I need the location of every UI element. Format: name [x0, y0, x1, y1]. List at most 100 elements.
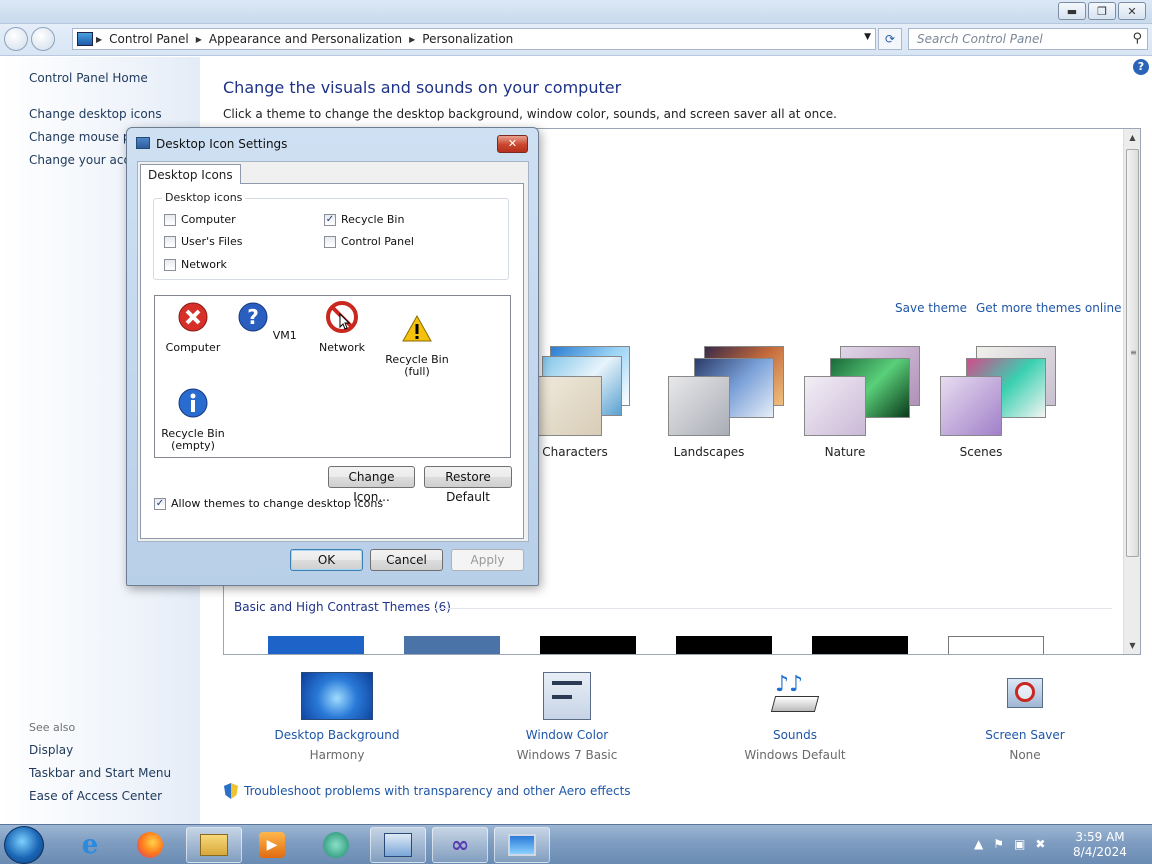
dialog-close-button[interactable]: ✕	[497, 135, 528, 153]
breadcrumb-control-panel[interactable]: Control Panel	[105, 32, 193, 46]
search-icon[interactable]: ⚲	[1132, 31, 1142, 46]
theme-thumbnail	[664, 344, 784, 436]
checkbox-icon[interactable]	[324, 235, 336, 248]
basic-theme-thumbnail[interactable]	[540, 636, 636, 654]
display-link[interactable]: Display	[29, 743, 73, 757]
tab-page: Desktop icons Computer ✓ Recycle Bin User…	[140, 183, 524, 539]
desktop-background-link[interactable]: Desktop Background	[247, 728, 427, 742]
network-icon[interactable]: ▣	[1014, 837, 1025, 851]
page-subtitle: Click a theme to change the desktop back…	[223, 107, 837, 121]
forward-button[interactable]	[31, 27, 55, 51]
show-hidden-icons-icon[interactable]: ▲	[974, 837, 983, 851]
theme-scrollbar[interactable]: ▲ ≡ ▼	[1123, 129, 1140, 654]
icon-item-recycle-bin-full[interactable]: Recycle Bin (full)	[382, 301, 452, 378]
forbidden-icon	[326, 301, 358, 333]
explorer-icon[interactable]	[186, 827, 242, 863]
desktop-background-icon[interactable]	[301, 672, 373, 720]
control-panel-checkbox[interactable]: Control Panel	[324, 235, 414, 248]
desktop-icon-list[interactable]: Computer ? VM1 Network Recycle Bin (full…	[154, 295, 511, 458]
system-clock[interactable]: 3:59 AM 8/4/2024	[1068, 830, 1132, 860]
internet-explorer-icon[interactable]: e	[62, 827, 118, 863]
scroll-up-icon[interactable]: ▲	[1124, 129, 1140, 146]
computer-checkbox[interactable]: Computer	[164, 213, 236, 226]
change-account-picture-link[interactable]: Change your acco	[29, 153, 137, 167]
checkmark-icon[interactable]: ✓	[154, 497, 166, 510]
basic-themes-header: Basic and High Contrast Themes (6)	[234, 600, 451, 614]
theme-landscapes[interactable]: Landscapes	[644, 344, 784, 459]
recycle-bin-checkbox[interactable]: ✓ Recycle Bin	[324, 213, 404, 226]
screen-saver-link[interactable]: Screen Saver	[935, 728, 1115, 742]
network-checkbox[interactable]: Network	[164, 258, 227, 271]
tab-desktop-icons[interactable]: Desktop Icons	[140, 164, 241, 184]
action-center-flag-icon[interactable]: ⚑	[993, 837, 1004, 851]
error-icon	[178, 302, 208, 332]
screen-saver-icon[interactable]	[1001, 672, 1049, 720]
basic-theme-thumbnail[interactable]	[812, 636, 908, 654]
ok-button[interactable]: OK	[290, 549, 363, 571]
users-files-checkbox[interactable]: User's Files	[164, 235, 242, 248]
control-panel-home-link[interactable]: Control Panel Home	[29, 71, 148, 85]
troubleshoot-link[interactable]: Troubleshoot problems with transparency …	[224, 783, 631, 799]
restore-default-button[interactable]: Restore Default	[424, 466, 512, 504]
change-desktop-icons-link[interactable]: Change desktop icons	[29, 107, 162, 121]
control-panel-taskbar-icon[interactable]	[370, 827, 426, 863]
save-theme-link[interactable]: Save theme	[895, 301, 967, 315]
scroll-thumb[interactable]: ≡	[1126, 149, 1139, 557]
checkbox-icon[interactable]	[164, 235, 176, 248]
personalization-taskbar-icon[interactable]	[494, 827, 550, 863]
firefox-icon[interactable]	[122, 827, 178, 863]
breadcrumb-appearance[interactable]: Appearance and Personalization	[205, 32, 406, 46]
scroll-down-icon[interactable]: ▼	[1124, 637, 1140, 654]
refresh-icon[interactable]: ⟳	[878, 28, 902, 50]
cancel-button[interactable]: Cancel	[370, 549, 443, 571]
visual-studio-icon[interactable]: ∞	[432, 827, 488, 863]
get-more-themes-link[interactable]: Get more themes online	[976, 301, 1122, 315]
checkbox-icon[interactable]	[164, 258, 176, 271]
minimize-button[interactable]: ▬	[1058, 2, 1086, 20]
basic-theme-thumbnail[interactable]	[676, 636, 772, 654]
app-icon[interactable]	[308, 827, 364, 863]
window-color-icon[interactable]	[543, 672, 591, 720]
question-icon: ?	[238, 302, 268, 332]
sounds-icon[interactable]: ♪♪	[769, 672, 821, 720]
theme-thumbnail	[800, 344, 920, 436]
back-button[interactable]	[4, 27, 28, 51]
ease-of-access-link[interactable]: Ease of Access Center	[29, 789, 162, 803]
icon-item-network[interactable]: Network	[307, 301, 377, 354]
restore-button[interactable]: ❐	[1088, 2, 1116, 20]
basic-theme-thumbnail[interactable]	[948, 636, 1044, 654]
sounds-link[interactable]: Sounds	[705, 728, 885, 742]
search-input[interactable]: Search Control Panel ⚲	[908, 28, 1148, 50]
media-player-icon[interactable]: ▶	[244, 827, 300, 863]
troubleshoot-label[interactable]: Troubleshoot problems with transparency …	[244, 784, 631, 798]
chevron-down-icon[interactable]: ▼	[864, 32, 871, 42]
checkbox-icon[interactable]	[164, 213, 176, 226]
address-bar[interactable]: ▶ Control Panel ▶ Appearance and Persona…	[72, 28, 876, 50]
volume-muted-icon[interactable]: ✖	[1035, 837, 1045, 851]
basic-theme-thumbnail[interactable]	[268, 636, 364, 654]
help-icon[interactable]: ?	[1133, 59, 1149, 75]
basic-theme-thumbnail[interactable]	[404, 636, 500, 654]
close-button[interactable]: ✕	[1118, 2, 1146, 20]
dialog-app-icon	[136, 137, 150, 149]
checkmark-icon[interactable]: ✓	[324, 213, 336, 226]
theme-scenes[interactable]: Scenes	[916, 344, 1056, 459]
breadcrumb-arrow-icon[interactable]: ▶	[93, 35, 105, 44]
allow-themes-checkbox[interactable]: ✓ Allow themes to change desktop icons	[154, 497, 383, 510]
breadcrumb-arrow-icon[interactable]: ▶	[406, 35, 418, 44]
theme-nature[interactable]: Nature	[780, 344, 920, 459]
start-button[interactable]	[4, 826, 44, 864]
shield-icon	[224, 783, 238, 799]
icon-item-recycle-bin-empty[interactable]: Recycle Bin (empty)	[158, 375, 228, 452]
breadcrumb-personalization[interactable]: Personalization	[418, 32, 517, 46]
icon-label: Recycle Bin (empty)	[161, 427, 225, 452]
apply-button[interactable]: Apply	[451, 549, 524, 571]
warning-icon	[402, 314, 432, 342]
window-color-link[interactable]: Window Color	[477, 728, 657, 742]
breadcrumb-arrow-icon[interactable]: ▶	[193, 35, 205, 44]
icon-item-computer[interactable]: Computer	[158, 301, 228, 354]
change-mouse-pointers-link[interactable]: Change mouse po	[29, 130, 138, 144]
icon-item-vm1[interactable]: ? VM1	[232, 301, 302, 342]
taskbar-link[interactable]: Taskbar and Start Menu	[29, 766, 171, 780]
change-icon-button[interactable]: Change Icon...	[328, 466, 415, 504]
